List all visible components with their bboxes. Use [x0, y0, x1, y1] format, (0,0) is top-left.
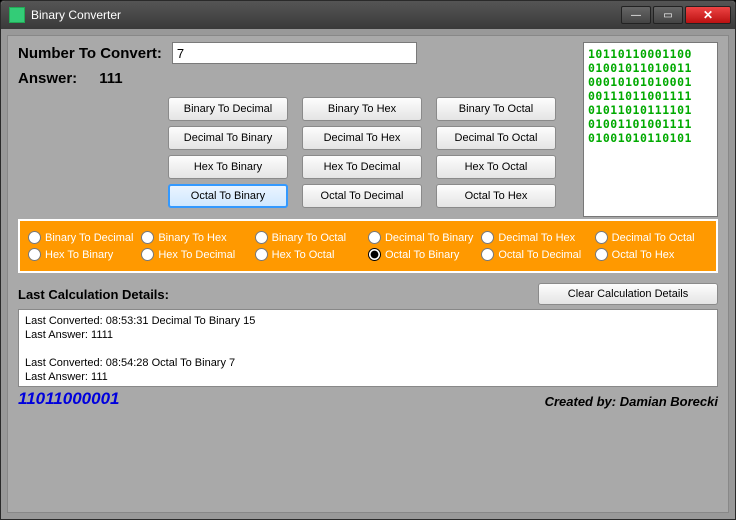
radio-hex-to-octal[interactable]: Hex To Octal — [255, 248, 368, 261]
convert-button-hex-to-binary[interactable]: Hex To Binary — [168, 155, 288, 179]
radio-hex-to-binary[interactable]: Hex To Binary — [28, 248, 141, 261]
binary-art-box: 10110110001100 01001011010011 0001010101… — [583, 42, 718, 217]
convert-button-decimal-to-hex[interactable]: Decimal To Hex — [302, 126, 422, 150]
details-title: Last Calculation Details: — [18, 287, 538, 302]
radio-panel: Binary To DecimalBinary To HexBinary To … — [18, 219, 718, 273]
window-title: Binary Converter — [31, 8, 619, 22]
input-label: Number To Convert: — [18, 45, 162, 62]
convert-button-octal-to-hex[interactable]: Octal To Hex — [436, 184, 556, 208]
convert-button-octal-to-decimal[interactable]: Octal To Decimal — [302, 184, 422, 208]
convert-button-hex-to-decimal[interactable]: Hex To Decimal — [302, 155, 422, 179]
footer-binary-number: 11011000001 — [18, 389, 545, 409]
radio-octal-to-binary[interactable]: Octal To Binary — [368, 248, 481, 261]
client-area: Number To Convert: Answer: 111 Binary To… — [7, 35, 729, 513]
convert-button-decimal-to-octal[interactable]: Decimal To Octal — [436, 126, 556, 150]
convert-button-octal-to-binary[interactable]: Octal To Binary — [168, 184, 288, 208]
radio-binary-to-octal[interactable]: Binary To Octal — [255, 231, 368, 244]
radio-binary-to-decimal[interactable]: Binary To Decimal — [28, 231, 141, 244]
convert-button-binary-to-octal[interactable]: Binary To Octal — [436, 97, 556, 121]
convert-button-binary-to-hex[interactable]: Binary To Hex — [302, 97, 422, 121]
radio-decimal-to-binary[interactable]: Decimal To Binary — [368, 231, 481, 244]
radio-octal-to-decimal[interactable]: Octal To Decimal — [481, 248, 594, 261]
radio-binary-to-hex[interactable]: Binary To Hex — [141, 231, 254, 244]
app-icon — [9, 7, 25, 23]
maximize-button[interactable]: ▭ — [653, 6, 683, 24]
radio-decimal-to-octal[interactable]: Decimal To Octal — [595, 231, 708, 244]
convert-button-decimal-to-binary[interactable]: Decimal To Binary — [168, 126, 288, 150]
app-window: Binary Converter — ▭ ✕ Number To Convert… — [0, 0, 736, 520]
convert-button-binary-to-decimal[interactable]: Binary To Decimal — [168, 97, 288, 121]
credit-label: Created by: Damian Borecki — [545, 394, 718, 409]
clear-details-button[interactable]: Clear Calculation Details — [538, 283, 718, 305]
answer-label: Answer: — [18, 70, 77, 87]
conversion-button-grid: Binary To Decimal Binary To Hex Binary To … — [168, 97, 575, 208]
close-button[interactable]: ✕ — [685, 6, 731, 24]
details-textarea[interactable]: Last Converted: 08:53:31 Decimal To Bina… — [18, 309, 718, 387]
minimize-button[interactable]: — — [621, 6, 651, 24]
answer-value: 111 — [99, 70, 122, 87]
convert-button-hex-to-octal[interactable]: Hex To Octal — [436, 155, 556, 179]
radio-hex-to-decimal[interactable]: Hex To Decimal — [141, 248, 254, 261]
number-input[interactable] — [172, 42, 417, 64]
radio-octal-to-hex[interactable]: Octal To Hex — [595, 248, 708, 261]
radio-decimal-to-hex[interactable]: Decimal To Hex — [481, 231, 594, 244]
titlebar[interactable]: Binary Converter — ▭ ✕ — [1, 1, 735, 29]
